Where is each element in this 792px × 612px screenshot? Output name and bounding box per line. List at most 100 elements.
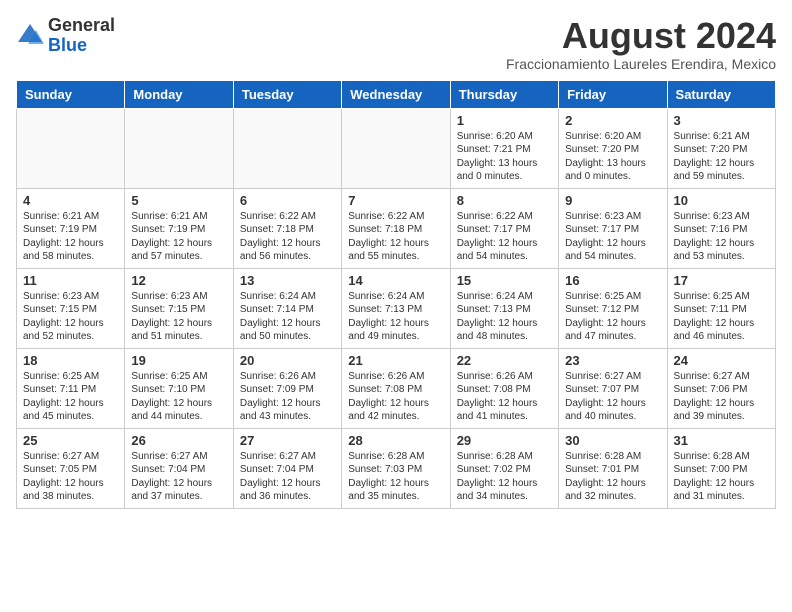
day-cell: 4Sunrise: 6:21 AM Sunset: 7:19 PM Daylig…: [17, 188, 125, 268]
header: General Blue August 2024 Fraccionamiento…: [16, 16, 776, 72]
day-number: 3: [674, 113, 769, 128]
day-number: 13: [240, 273, 335, 288]
week-row-3: 11 Sunrise: 6:23 AM Sunset: 7:15 PM Dayli…: [17, 268, 776, 348]
day-number: 29: [457, 433, 552, 448]
day-cell: 13 Sunrise: 6:24 AM Sunset: 7:14 PM Dayli…: [233, 268, 341, 348]
day-cell: 26Sunrise: 6:27 AM Sunset: 7:04 PM Dayli…: [125, 428, 233, 508]
day-cell: 8Sunrise: 6:22 AM Sunset: 7:17 PM Daylig…: [450, 188, 558, 268]
day-info: Sunrise: 6:20 AM Sunset: 7:20 PM Dayligh…: [565, 130, 660, 184]
week-row-4: 18 Sunrise: 6:25 AM Sunset: 7:11 PM Dayli…: [17, 348, 776, 428]
day-info: Sunrise: 6:25 AM Sunset: 7:10 PM Dayligh…: [131, 370, 226, 424]
day-cell: 15 Sunrise: 6:24 AM Sunset: 7:13 PM Dayli…: [450, 268, 558, 348]
day-info: Sunrise: 6:22 AM Sunset: 7:18 PM Dayligh…: [240, 210, 335, 264]
day-cell: 12 Sunrise: 6:23 AM Sunset: 7:15 PM Dayli…: [125, 268, 233, 348]
day-info: Sunrise: 6:25 AM Sunset: 7:11 PM Dayligh…: [23, 370, 118, 424]
day-cell: 7 Sunrise: 6:22 AM Sunset: 7:18 PM Daylig…: [342, 188, 450, 268]
day-cell: 29 Sunrise: 6:28 AM Sunset: 7:02 PM Dayli…: [450, 428, 558, 508]
day-number: 11: [23, 273, 118, 288]
day-info: Sunrise: 6:27 AM Sunset: 7:05 PM Dayligh…: [23, 450, 118, 504]
month-year: August 2024: [506, 16, 776, 56]
weekday-header-tuesday: Tuesday: [233, 80, 341, 108]
day-cell: 23Sunrise: 6:27 AM Sunset: 7:07 PM Dayli…: [559, 348, 667, 428]
weekday-header-saturday: Saturday: [667, 80, 775, 108]
day-cell: 10Sunrise: 6:23 AM Sunset: 7:16 PM Dayli…: [667, 188, 775, 268]
day-cell: 17Sunrise: 6:25 AM Sunset: 7:11 PM Dayli…: [667, 268, 775, 348]
day-info: Sunrise: 6:24 AM Sunset: 7:14 PM Dayligh…: [240, 290, 335, 344]
day-cell: 11 Sunrise: 6:23 AM Sunset: 7:15 PM Dayli…: [17, 268, 125, 348]
day-number: 17: [674, 273, 769, 288]
day-cell: 19 Sunrise: 6:25 AM Sunset: 7:10 PM Dayli…: [125, 348, 233, 428]
day-cell: 6 Sunrise: 6:22 AM Sunset: 7:18 PM Daylig…: [233, 188, 341, 268]
day-number: 5: [131, 193, 226, 208]
day-number: 24: [674, 353, 769, 368]
day-cell: 20 Sunrise: 6:26 AM Sunset: 7:09 PM Dayli…: [233, 348, 341, 428]
day-number: 22: [457, 353, 552, 368]
day-info: Sunrise: 6:21 AM Sunset: 7:19 PM Dayligh…: [131, 210, 226, 264]
day-info: Sunrise: 6:28 AM Sunset: 7:03 PM Dayligh…: [348, 450, 443, 504]
day-info: Sunrise: 6:23 AM Sunset: 7:17 PM Dayligh…: [565, 210, 660, 264]
logo-icon: [16, 22, 44, 50]
day-info: Sunrise: 6:23 AM Sunset: 7:15 PM Dayligh…: [23, 290, 118, 344]
day-number: 1: [457, 113, 552, 128]
weekday-header-friday: Friday: [559, 80, 667, 108]
day-info: Sunrise: 6:28 AM Sunset: 7:01 PM Dayligh…: [565, 450, 660, 504]
day-number: 19: [131, 353, 226, 368]
day-number: 7: [348, 193, 443, 208]
day-info: Sunrise: 6:22 AM Sunset: 7:18 PM Dayligh…: [348, 210, 443, 264]
day-cell: 27Sunrise: 6:27 AM Sunset: 7:04 PM Dayli…: [233, 428, 341, 508]
day-number: 26: [131, 433, 226, 448]
day-info: Sunrise: 6:27 AM Sunset: 7:07 PM Dayligh…: [565, 370, 660, 424]
day-number: 15: [457, 273, 552, 288]
day-info: Sunrise: 6:26 AM Sunset: 7:09 PM Dayligh…: [240, 370, 335, 424]
day-info: Sunrise: 6:24 AM Sunset: 7:13 PM Dayligh…: [457, 290, 552, 344]
day-cell: 16 Sunrise: 6:25 AM Sunset: 7:12 PM Dayli…: [559, 268, 667, 348]
day-number: 6: [240, 193, 335, 208]
day-info: Sunrise: 6:28 AM Sunset: 7:02 PM Dayligh…: [457, 450, 552, 504]
day-cell: [342, 108, 450, 188]
day-number: 30: [565, 433, 660, 448]
day-number: 31: [674, 433, 769, 448]
day-cell: 9Sunrise: 6:23 AM Sunset: 7:17 PM Daylig…: [559, 188, 667, 268]
day-info: Sunrise: 6:23 AM Sunset: 7:16 PM Dayligh…: [674, 210, 769, 264]
day-cell: 24 Sunrise: 6:27 AM Sunset: 7:06 PM Dayli…: [667, 348, 775, 428]
day-number: 20: [240, 353, 335, 368]
day-info: Sunrise: 6:27 AM Sunset: 7:06 PM Dayligh…: [674, 370, 769, 424]
day-cell: [233, 108, 341, 188]
week-row-1: 1 Sunrise: 6:20 AM Sunset: 7:21 PM Daylig…: [17, 108, 776, 188]
day-number: 18: [23, 353, 118, 368]
day-number: 12: [131, 273, 226, 288]
day-cell: 3Sunrise: 6:21 AM Sunset: 7:20 PM Daylig…: [667, 108, 775, 188]
day-info: Sunrise: 6:27 AM Sunset: 7:04 PM Dayligh…: [240, 450, 335, 504]
day-number: 21: [348, 353, 443, 368]
day-info: Sunrise: 6:26 AM Sunset: 7:08 PM Dayligh…: [348, 370, 443, 424]
week-row-5: 25 Sunrise: 6:27 AM Sunset: 7:05 PM Dayli…: [17, 428, 776, 508]
week-row-2: 4Sunrise: 6:21 AM Sunset: 7:19 PM Daylig…: [17, 188, 776, 268]
day-info: Sunrise: 6:25 AM Sunset: 7:12 PM Dayligh…: [565, 290, 660, 344]
day-cell: 22 Sunrise: 6:26 AM Sunset: 7:08 PM Dayli…: [450, 348, 558, 428]
logo-text: General Blue: [48, 16, 115, 56]
day-number: 16: [565, 273, 660, 288]
weekday-header-row: SundayMondayTuesdayWednesdayThursdayFrid…: [17, 80, 776, 108]
day-number: 25: [23, 433, 118, 448]
day-cell: 28 Sunrise: 6:28 AM Sunset: 7:03 PM Dayli…: [342, 428, 450, 508]
day-number: 14: [348, 273, 443, 288]
day-info: Sunrise: 6:23 AM Sunset: 7:15 PM Dayligh…: [131, 290, 226, 344]
day-cell: 18 Sunrise: 6:25 AM Sunset: 7:11 PM Dayli…: [17, 348, 125, 428]
location: Fraccionamiento Laureles Erendira, Mexic…: [506, 56, 776, 72]
day-info: Sunrise: 6:26 AM Sunset: 7:08 PM Dayligh…: [457, 370, 552, 424]
day-info: Sunrise: 6:21 AM Sunset: 7:19 PM Dayligh…: [23, 210, 118, 264]
day-cell: 5 Sunrise: 6:21 AM Sunset: 7:19 PM Daylig…: [125, 188, 233, 268]
day-cell: 1 Sunrise: 6:20 AM Sunset: 7:21 PM Daylig…: [450, 108, 558, 188]
day-info: Sunrise: 6:28 AM Sunset: 7:00 PM Dayligh…: [674, 450, 769, 504]
day-cell: [125, 108, 233, 188]
day-info: Sunrise: 6:20 AM Sunset: 7:21 PM Dayligh…: [457, 130, 552, 184]
day-info: Sunrise: 6:22 AM Sunset: 7:17 PM Dayligh…: [457, 210, 552, 264]
logo-blue-text: Blue: [48, 36, 115, 56]
title-area: August 2024 Fraccionamiento Laureles Ere…: [506, 16, 776, 72]
day-cell: 2 Sunrise: 6:20 AM Sunset: 7:20 PM Daylig…: [559, 108, 667, 188]
day-cell: 25 Sunrise: 6:27 AM Sunset: 7:05 PM Dayli…: [17, 428, 125, 508]
day-number: 28: [348, 433, 443, 448]
day-number: 2: [565, 113, 660, 128]
day-cell: 30 Sunrise: 6:28 AM Sunset: 7:01 PM Dayli…: [559, 428, 667, 508]
day-cell: 31 Sunrise: 6:28 AM Sunset: 7:00 PM Dayli…: [667, 428, 775, 508]
